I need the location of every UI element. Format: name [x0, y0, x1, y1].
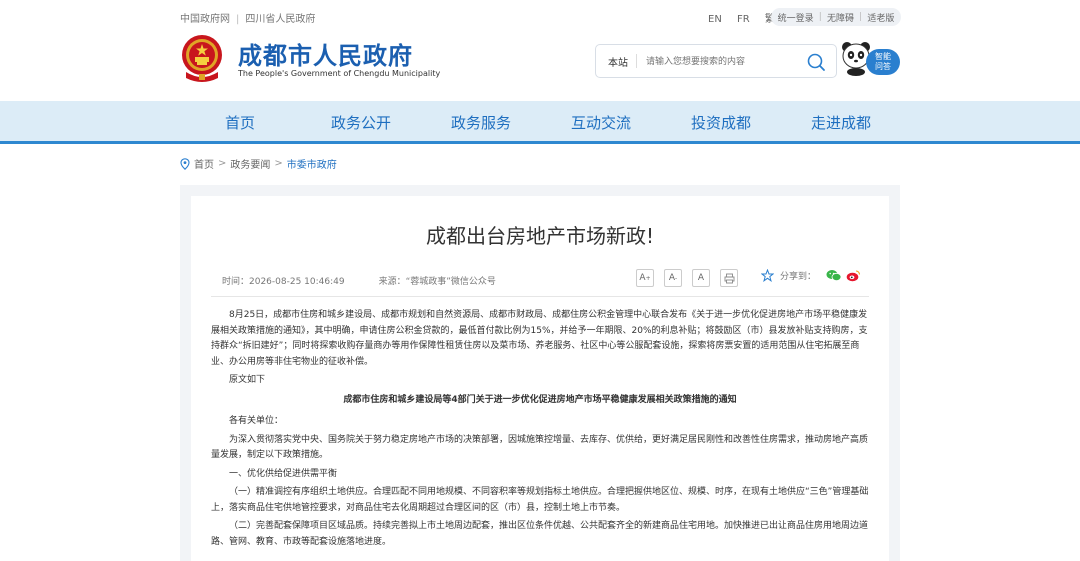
lang-fr[interactable]: FR — [737, 14, 750, 25]
wechat-icon[interactable] — [826, 269, 842, 282]
barrier-free-link[interactable]: 无障碍 — [827, 11, 854, 24]
site-header: 成都市人民政府 The People's Government of Cheng… — [0, 32, 1080, 100]
search-scope-select[interactable]: 本站 — [608, 54, 628, 69]
share-bar: 分享到： — [761, 269, 861, 282]
search-input[interactable] — [644, 51, 798, 73]
breadcrumb-current[interactable]: 市委市政府 — [287, 156, 337, 171]
publish-time: 时间：2026-08-25 10:46:49 — [222, 277, 345, 287]
article-source: 来源：“蓉城政事”微信公众号 — [378, 277, 496, 287]
article-paragraph: 为深入贯彻落实党中央、国务院关于努力稳定房地产市场的决策部署，因城施策控增量、去… — [211, 434, 869, 461]
nav-item-home[interactable]: 首页 — [225, 112, 255, 133]
article-meta: 时间：2026-08-25 10:46:49 来源：“蓉城政事”微信公众号 — [222, 274, 496, 287]
main-nav: 首页 政务公开 政务服务 互动交流 投资成都 走进成都 — [0, 101, 1080, 144]
gov-link[interactable]: 中国政府网 — [180, 14, 230, 25]
nav-item-about[interactable]: 走进成都 — [811, 112, 871, 133]
font-reset-button[interactable]: A — [692, 269, 710, 287]
province-link[interactable]: 四川省人民政府 — [245, 14, 315, 25]
search-box: 本站 — [595, 44, 837, 78]
nav-item-interaction[interactable]: 互动交流 — [571, 112, 631, 133]
smart-qa-line2: 问答 — [875, 62, 891, 71]
font-size-controls: A + A- A — [636, 269, 748, 287]
breadcrumb-home[interactable]: 首页 — [194, 156, 214, 171]
top-bar: 中国政府网 | 四川省人民政府 EN FR 繁 统一登录 | 无障碍 | 适老版 — [0, 0, 1080, 32]
national-emblem-icon — [182, 35, 222, 82]
print-button[interactable] — [720, 269, 738, 287]
share-label: 分享到： — [780, 272, 817, 282]
article-paragraph: 各有关单位： — [229, 416, 284, 426]
article-paragraph: 8月25日，成都市住房和城乡建设局、成都市规划和自然资源局、成都市财政局、成都住… — [211, 310, 868, 367]
font-larger-button[interactable]: A + — [636, 269, 654, 287]
top-links: 中国政府网 | 四川省人民政府 — [180, 10, 315, 25]
weibo-icon[interactable] — [846, 269, 861, 282]
article-paragraph: （二）完善配套保障项目区域品质。持续完善拟上市土地周边配套，推出区位条件优越、公… — [211, 521, 869, 547]
favorite-star-icon[interactable] — [761, 269, 774, 282]
search-icon[interactable] — [806, 52, 826, 72]
login-link[interactable]: 统一登录 — [778, 11, 814, 24]
location-pin-icon — [180, 157, 190, 170]
article-paragraph: 原文如下 — [229, 375, 266, 385]
accessibility-bar: 统一登录 | 无障碍 | 适老版 — [771, 8, 901, 26]
document-title: 成都市住房和城乡建设局等4部门关于进一步优化促进房地产市场平稳健康发展相关政策措… — [343, 394, 737, 405]
site-title: 成都市人民政府 — [238, 42, 413, 70]
font-smaller-button[interactable]: A- — [664, 269, 682, 287]
article-body: 8月25日，成都市住房和城乡建设局、成都市规划和自然资源局、成都市财政局、成都住… — [211, 308, 869, 553]
nav-item-gov-affairs[interactable]: 政务公开 — [331, 112, 391, 133]
breadcrumb-news[interactable]: 政务要闻 — [230, 156, 270, 171]
smart-qa-line1: 智能 — [875, 52, 891, 61]
article-card: 成都出台房地产市场新政! 时间：2026-08-25 10:46:49 来源：“蓉… — [191, 196, 889, 561]
smart-qa-button[interactable]: 智能 问答 — [866, 49, 900, 75]
article-paragraph: （一）精准调控有序组织土地供应。合理匹配不同用地规模、不同容积率等规划指标土地供… — [211, 487, 869, 513]
article-title: 成都出台房地产市场新政! — [425, 224, 655, 248]
lang-en[interactable]: EN — [708, 14, 722, 25]
elder-mode-link[interactable]: 适老版 — [867, 11, 894, 24]
article-paragraph: 一、优化供给促进供需平衡 — [229, 468, 338, 479]
link-separator: | — [236, 14, 240, 25]
nav-item-gov-services[interactable]: 政务服务 — [451, 112, 511, 133]
breadcrumb: 首页 > 政务要闻 > 市委市政府 — [180, 156, 337, 171]
nav-item-invest[interactable]: 投资成都 — [691, 112, 751, 133]
site-subtitle: The People's Government of Chengdu Munic… — [238, 69, 441, 78]
article-divider — [211, 296, 869, 297]
print-icon — [724, 273, 734, 283]
